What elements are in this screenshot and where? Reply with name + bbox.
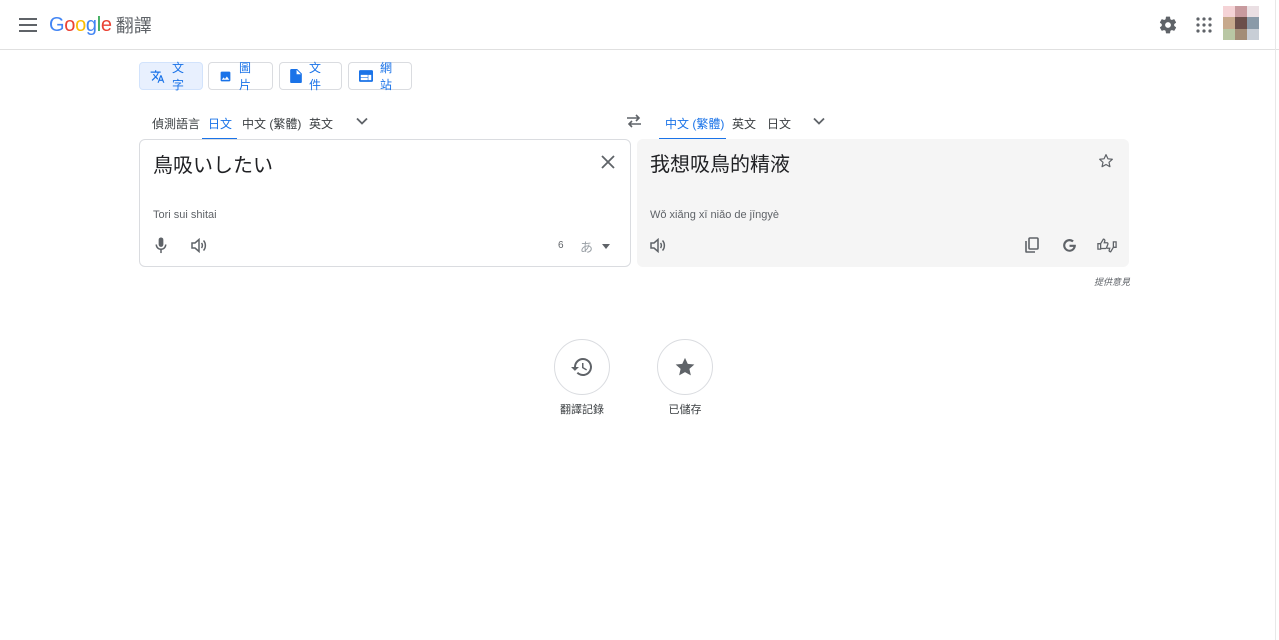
target-lang-chinese-traditional[interactable]: 中文 (繁體) — [659, 107, 726, 140]
document-icon — [290, 69, 302, 83]
mode-tab-image-label: 圖片 — [239, 61, 252, 92]
logo-letter: o — [75, 13, 86, 36]
caret-down-icon — [602, 244, 611, 249]
send-feedback-link[interactable]: 提供意見 — [1094, 275, 1130, 288]
apps-icon[interactable] — [1192, 13, 1216, 37]
microphone-icon[interactable] — [149, 233, 173, 257]
top-app-bar: Google 翻譯 — [0, 0, 1279, 50]
target-lang-japanese[interactable]: 日文 — [761, 107, 797, 139]
avatar-tile — [1247, 6, 1259, 18]
avatar-tile — [1235, 17, 1247, 29]
logo-letter: G — [49, 13, 65, 36]
history-button[interactable] — [554, 339, 610, 395]
source-text-panel[interactable]: 鳥吸いしたい Tori sui shitai 6 あ — [139, 139, 631, 267]
mode-tab-website[interactable]: 網站 — [348, 61, 412, 92]
swap-languages-icon[interactable] — [622, 110, 646, 132]
copy-translation-icon[interactable] — [1020, 233, 1044, 257]
translate-icon — [150, 69, 165, 84]
mode-tab-text-label: 文字 — [172, 61, 185, 92]
source-listen-speaker-icon[interactable] — [187, 233, 211, 257]
source-lang-japanese[interactable]: 日文 — [202, 107, 237, 140]
target-lang-english[interactable]: 英文 — [726, 107, 762, 139]
google-wordmark: Google — [49, 14, 112, 37]
mode-tab-document[interactable]: 文件 — [279, 61, 342, 92]
translation-output-panel: 我想吸鳥的精液 Wǒ xiǎng xī niǎo de jīngyè — [637, 139, 1129, 267]
website-icon — [359, 70, 373, 82]
character-count: 6 — [558, 240, 564, 251]
translation-text: 我想吸鳥的精液 — [650, 154, 790, 176]
account-avatar[interactable] — [1223, 6, 1259, 40]
avatar-tile — [1223, 6, 1235, 18]
google-translate-logo[interactable]: Google 翻譯 — [49, 13, 152, 37]
avatar-tile — [1247, 17, 1259, 29]
clear-text-close-icon[interactable] — [596, 150, 620, 174]
mode-tab-website-label: 網站 — [380, 61, 393, 92]
source-lang-detect[interactable]: 偵測語言 — [146, 107, 206, 139]
input-tools-button[interactable]: あ — [580, 237, 611, 256]
translation-listen-speaker-icon[interactable] — [646, 233, 670, 257]
mode-tab-document-label: 文件 — [309, 61, 322, 92]
google-search-icon[interactable] — [1057, 233, 1081, 257]
logo-letter: o — [64, 13, 76, 36]
avatar-tile — [1235, 28, 1247, 40]
saved-label: 已儲存 — [668, 404, 702, 416]
avatar-tile — [1223, 28, 1235, 40]
source-lang-english[interactable]: 英文 — [303, 107, 339, 139]
source-lang-chinese-traditional[interactable]: 中文 (繁體) — [236, 107, 307, 139]
product-name: 翻譯 — [115, 16, 152, 36]
translate-page: Google 翻譯 文字 圖片 文件 網站 偵測語言 日文 中文 (繁體) 英文… — [0, 0, 1279, 640]
history-icon — [570, 355, 594, 379]
input-tools-label: あ — [580, 240, 594, 255]
settings-icon[interactable] — [1156, 13, 1180, 37]
history-label: 翻譯記錄 — [560, 404, 604, 416]
logo-letter: e — [100, 13, 112, 36]
avatar-tile — [1235, 6, 1247, 18]
target-lang-more-chevron-down-icon[interactable] — [807, 111, 831, 131]
window-edge-divider — [1275, 0, 1276, 640]
save-translation-star-icon[interactable] — [1094, 149, 1118, 173]
source-transliteration: Tori sui shitai — [153, 209, 217, 221]
menu-icon[interactable] — [15, 12, 41, 38]
saved-button[interactable] — [657, 339, 713, 395]
translation-romanization: Wǒ xiǎng xī niǎo de jīngyè — [650, 209, 780, 221]
source-text-input[interactable]: 鳥吸いしたい — [153, 149, 273, 178]
logo-letter: g — [85, 13, 97, 36]
rate-translation-icon[interactable] — [1095, 233, 1119, 257]
mode-tab-image[interactable]: 圖片 — [208, 61, 273, 92]
avatar-tile — [1223, 17, 1235, 29]
avatar-tile — [1247, 28, 1259, 40]
saved-star-icon — [674, 356, 696, 378]
mode-tab-text[interactable]: 文字 — [139, 61, 203, 92]
source-lang-more-chevron-down-icon[interactable] — [350, 111, 374, 131]
image-icon — [219, 70, 232, 83]
